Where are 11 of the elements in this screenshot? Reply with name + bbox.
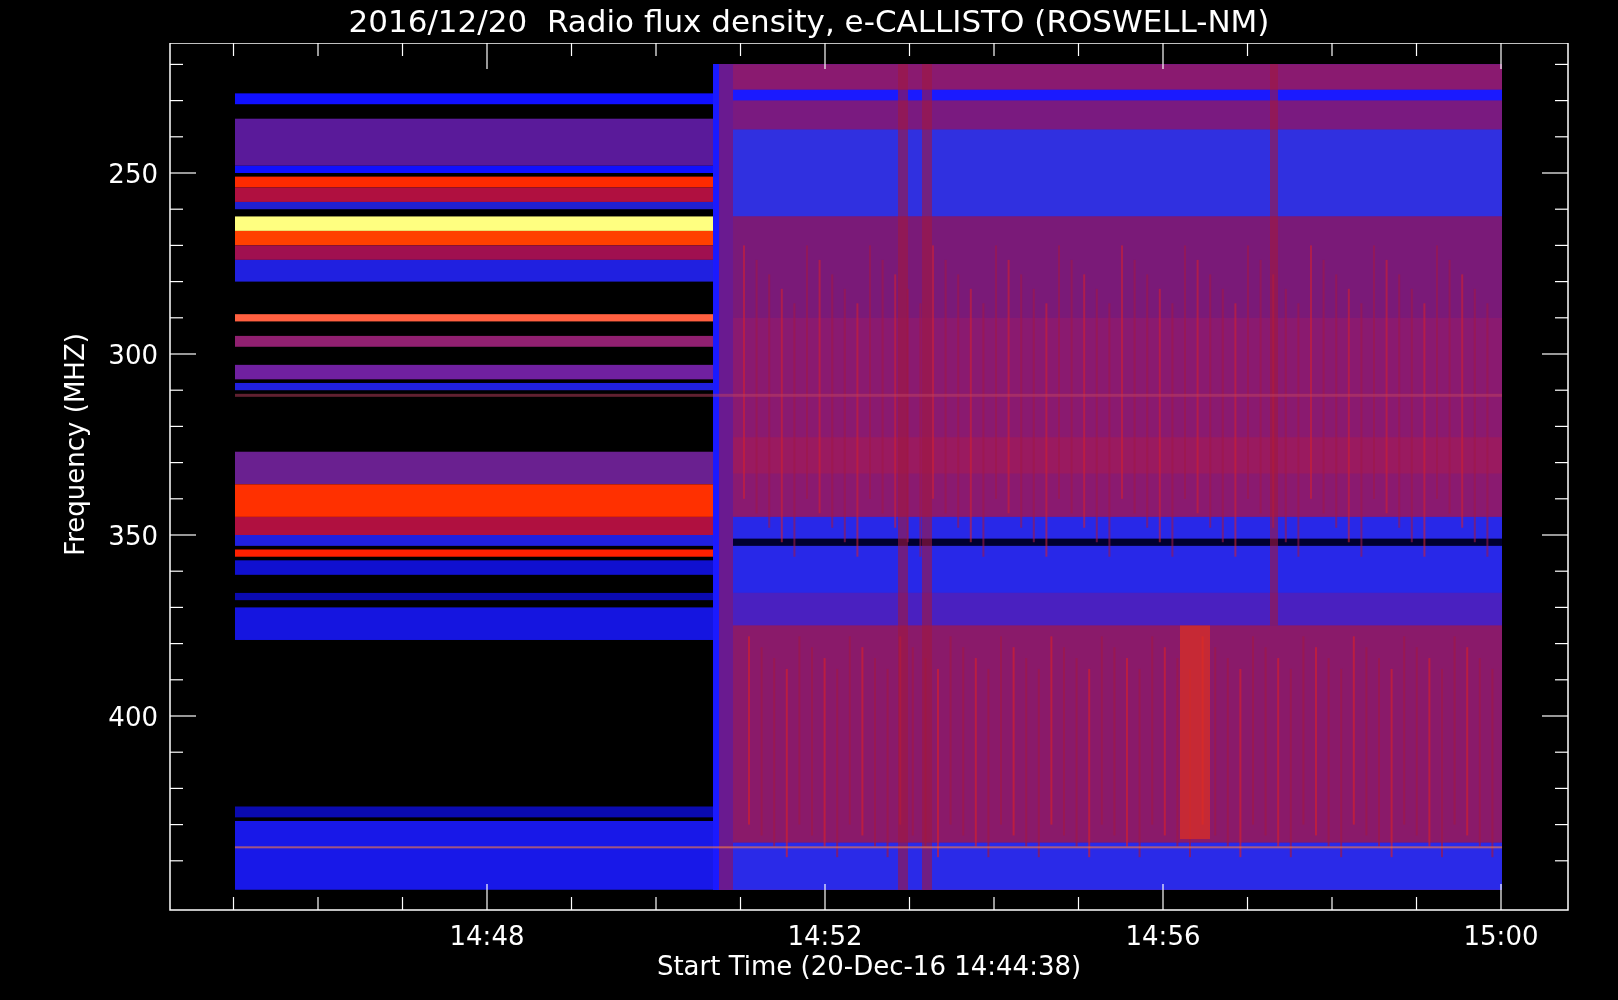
x-tick-label: 15:00 [1463, 921, 1539, 951]
y-tick-label: 300 [108, 340, 158, 370]
x-tick-label: 14:52 [787, 921, 863, 951]
x-tick-label: 14:56 [1125, 921, 1201, 951]
y-tick-label: 400 [108, 702, 158, 732]
chart-title: 2016/12/20 Radio flux density, e-CALLISTO (ROSWELL-NM) [348, 2, 1270, 41]
y-axis-label: Frequency (MHZ) [60, 333, 90, 556]
x-tick-label: 14:48 [449, 921, 525, 951]
x-axis-label: Start Time (20-Dec-16 14:44:38) [656, 951, 1082, 981]
y-tick-label: 250 [108, 159, 158, 189]
y-tick-label: 350 [108, 521, 158, 551]
